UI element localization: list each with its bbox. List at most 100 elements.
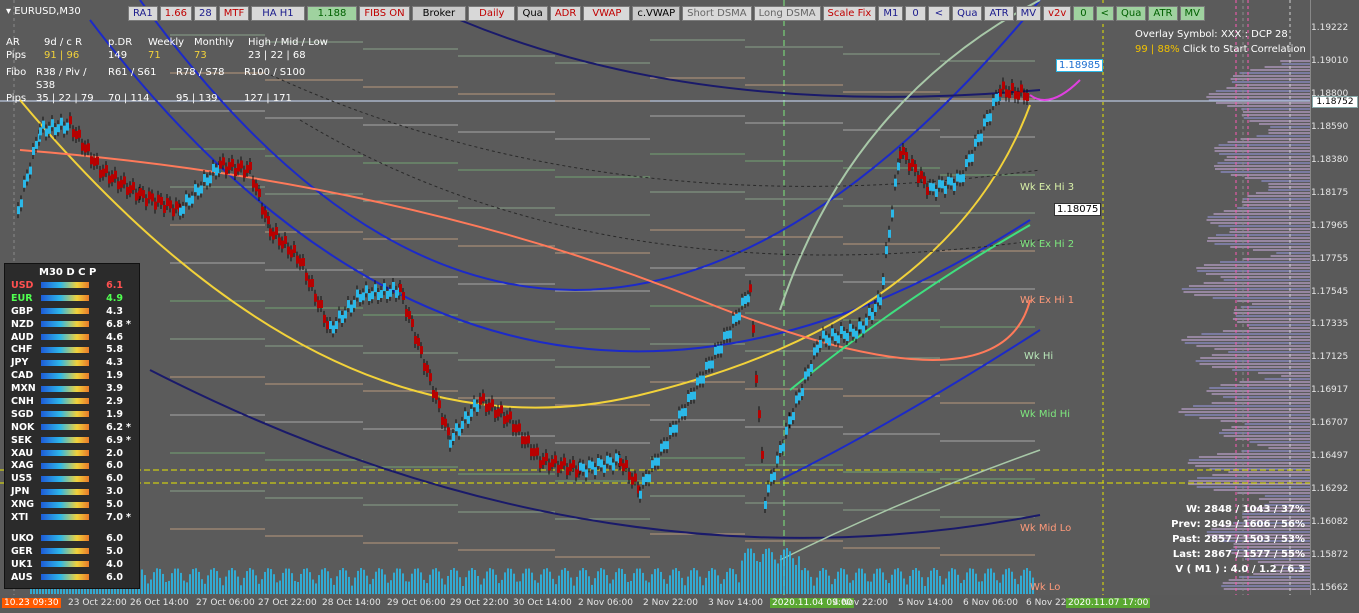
volume-profile-bar xyxy=(1239,72,1310,74)
candle-body xyxy=(429,373,432,382)
volume-profile-bar xyxy=(1255,192,1310,194)
strength-value: 2.0 xyxy=(106,447,123,459)
candle-body xyxy=(648,474,651,483)
candle-body xyxy=(23,179,26,188)
volume-bar xyxy=(243,577,245,594)
tb-mtf[interactable]: MTF xyxy=(218,6,250,21)
candle-body xyxy=(711,360,714,369)
tb-broker[interactable]: Broker xyxy=(411,6,467,21)
volume-bar xyxy=(681,577,683,594)
tb-ha-h1[interactable]: HA H1 xyxy=(251,6,305,21)
volume-bar xyxy=(492,569,494,594)
candle-body xyxy=(179,207,182,216)
time-axis[interactable]: 10.23 09:30 23 Oct 22:00 26 Oct 14:00 27 Oc… xyxy=(0,595,1359,613)
candle-body xyxy=(108,175,111,184)
volume-profile-bar xyxy=(1188,285,1310,287)
candle-body xyxy=(249,161,252,170)
time-axis-label: 6 Nov 06:00 xyxy=(963,598,1018,608)
volume-bar xyxy=(918,570,920,594)
candle-body xyxy=(785,426,788,435)
candle-body xyxy=(509,411,512,420)
correlation-link[interactable]: 99 | 88% Click to Start Correlation xyxy=(1135,42,1306,57)
candle-body xyxy=(606,455,609,464)
tb-long-dsma[interactable]: Long DSMA xyxy=(753,6,821,21)
currency-name: EUR xyxy=(11,292,33,304)
tb-atr[interactable]: ATR xyxy=(984,6,1014,21)
volume-profile-bar xyxy=(1223,588,1310,590)
candle-body xyxy=(175,201,178,210)
currency-name: XNG xyxy=(11,499,35,511)
tb-ha-value[interactable]: 1.188 xyxy=(306,6,358,21)
candle-body xyxy=(57,124,60,133)
volume-profile-bar xyxy=(1264,495,1310,497)
candle-body xyxy=(1014,90,1017,99)
volume-bar xyxy=(357,570,359,594)
tb-scale-fix[interactable]: Scale Fix xyxy=(822,6,877,21)
candle-body xyxy=(503,416,506,425)
volume-profile-bar xyxy=(1280,60,1310,62)
volume-profile-bar xyxy=(1237,321,1310,323)
tb-mv[interactable]: MV xyxy=(1015,6,1042,21)
tb-mv-2[interactable]: MV xyxy=(1179,6,1205,21)
tb-adr[interactable]: ADR xyxy=(549,6,582,21)
price-axis-label: 1.16292 xyxy=(1311,484,1349,495)
tb-zero-2[interactable]: 0 xyxy=(1073,6,1094,21)
volume-bar xyxy=(510,568,512,594)
candle-body xyxy=(795,395,798,404)
candle-body xyxy=(102,168,105,177)
candle-body xyxy=(789,416,792,425)
volume-bar xyxy=(186,582,188,594)
tb-atr-2[interactable]: ATR xyxy=(1148,6,1178,21)
strength-bar xyxy=(41,295,89,302)
tb-qua-3[interactable]: Qua xyxy=(1116,6,1147,21)
candle-body xyxy=(741,297,744,306)
tb-fibs-on[interactable]: FIBS ON xyxy=(359,6,410,21)
candle-body xyxy=(72,129,75,138)
volume-bar xyxy=(948,571,950,594)
symbol-triangle-icon: ▾ xyxy=(6,6,12,17)
volume-bar xyxy=(732,569,734,594)
tb-qua-2[interactable]: Qua xyxy=(952,6,983,21)
tb-ra1[interactable]: RA1 xyxy=(128,6,158,21)
volume-profile-bar xyxy=(1261,180,1310,182)
tb-left-arrow[interactable]: < xyxy=(927,6,951,21)
volume-profile-bar xyxy=(1223,435,1310,437)
tb-left-arrow-2[interactable]: < xyxy=(1095,6,1115,21)
strength-value: 6.9 xyxy=(106,434,123,446)
candle-body xyxy=(554,455,557,464)
time-axis-label: 3 Nov 14:00 xyxy=(708,598,763,608)
volume-bar xyxy=(522,573,524,594)
tb-short-dsma[interactable]: Short DSMA xyxy=(682,6,752,21)
candle-body xyxy=(749,284,752,293)
volume-bar xyxy=(414,568,416,594)
tb-daily[interactable]: Daily xyxy=(468,6,516,21)
candle-body xyxy=(995,93,998,102)
tb-ra1-period[interactable]: 28 xyxy=(194,6,217,21)
candle-body xyxy=(959,174,962,183)
volume-bar xyxy=(570,577,572,594)
tb-cvwap[interactable]: c.VWAP xyxy=(632,6,681,21)
tb-v2v[interactable]: v2v xyxy=(1043,6,1072,21)
tb-zero[interactable]: 0 xyxy=(905,6,926,21)
candle-body xyxy=(135,192,138,201)
volume-profile-bar xyxy=(1264,66,1310,68)
volume-bar xyxy=(942,584,944,594)
candle-body xyxy=(275,227,278,236)
volume-bar xyxy=(276,582,278,594)
tb-m1[interactable]: M1 xyxy=(878,6,904,21)
tb-qua[interactable]: Qua xyxy=(517,6,548,21)
volume-bar xyxy=(426,583,428,594)
volume-bar xyxy=(831,584,833,594)
volume-bar xyxy=(501,579,503,594)
volume-bar xyxy=(999,582,1001,594)
candle-body xyxy=(944,185,947,194)
candle-body xyxy=(231,158,234,167)
tb-vwap[interactable]: VWAP xyxy=(583,6,631,21)
strength-value: 5.0 xyxy=(106,499,123,511)
volume-profile-bar xyxy=(1210,222,1310,224)
volume-bar xyxy=(459,577,461,594)
tb-ra1-value[interactable]: 1.66 xyxy=(159,6,193,21)
candle-body xyxy=(243,169,246,178)
volume-profile-bar xyxy=(1249,120,1310,122)
price-axis[interactable]: 1.19222 1.19010 1.18800 1.18590 1.18380 1.181… xyxy=(1310,0,1359,595)
